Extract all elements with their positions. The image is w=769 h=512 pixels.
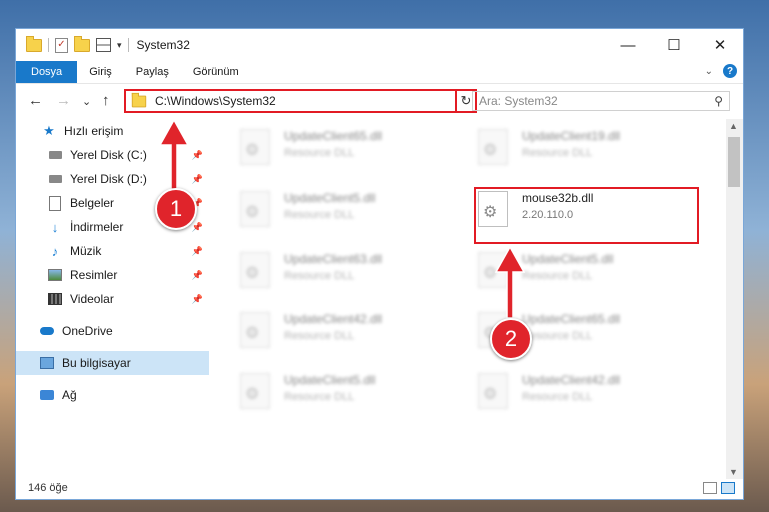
arrow-to-address-bar xyxy=(158,118,190,191)
arrow-to-file xyxy=(494,245,526,319)
annotation-arrows xyxy=(158,118,526,319)
callout-2: 2 xyxy=(490,318,532,360)
callout-1: 1 xyxy=(155,188,197,230)
